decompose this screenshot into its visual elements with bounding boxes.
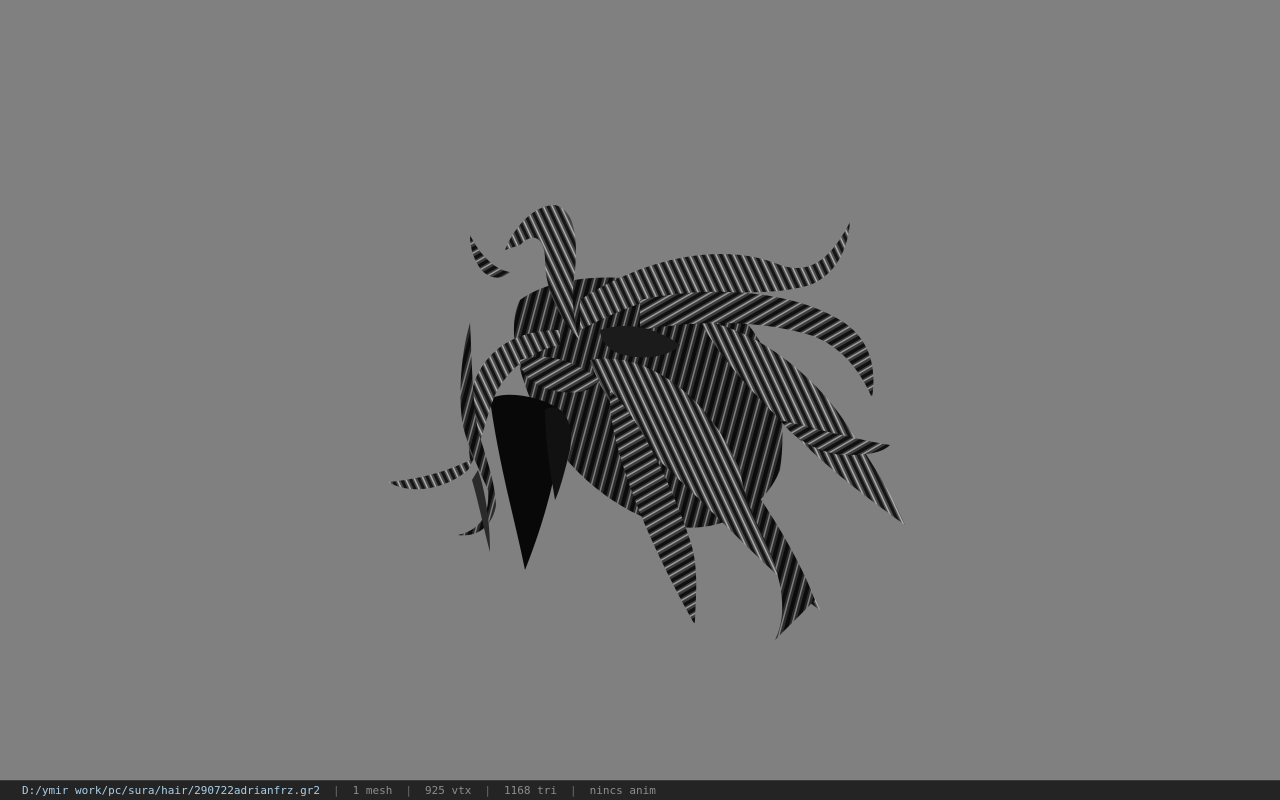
status-vertex-count: 925 vtx: [425, 784, 472, 797]
hair-strand-right-3: [740, 470, 815, 640]
status-animation: nincs anim: [589, 784, 656, 797]
hair-strand-top-left-tip: [470, 235, 510, 278]
3d-viewport[interactable]: [0, 0, 1280, 780]
status-separator: |: [569, 784, 577, 797]
status-bar: D:/ymir work/pc/sura/hair/290722adrianfr…: [0, 780, 1280, 800]
status-triangle-count: 1168 tri: [504, 784, 557, 797]
status-mesh-count: 1 mesh: [352, 784, 393, 797]
status-separator: |: [405, 784, 413, 797]
status-separator: |: [333, 784, 340, 797]
hair-strand-left-2: [458, 322, 496, 536]
hair-model: [388, 205, 905, 640]
status-separator: |: [484, 784, 491, 797]
status-file-path: D:/ymir work/pc/sura/hair/290722adrianfr…: [22, 784, 321, 797]
